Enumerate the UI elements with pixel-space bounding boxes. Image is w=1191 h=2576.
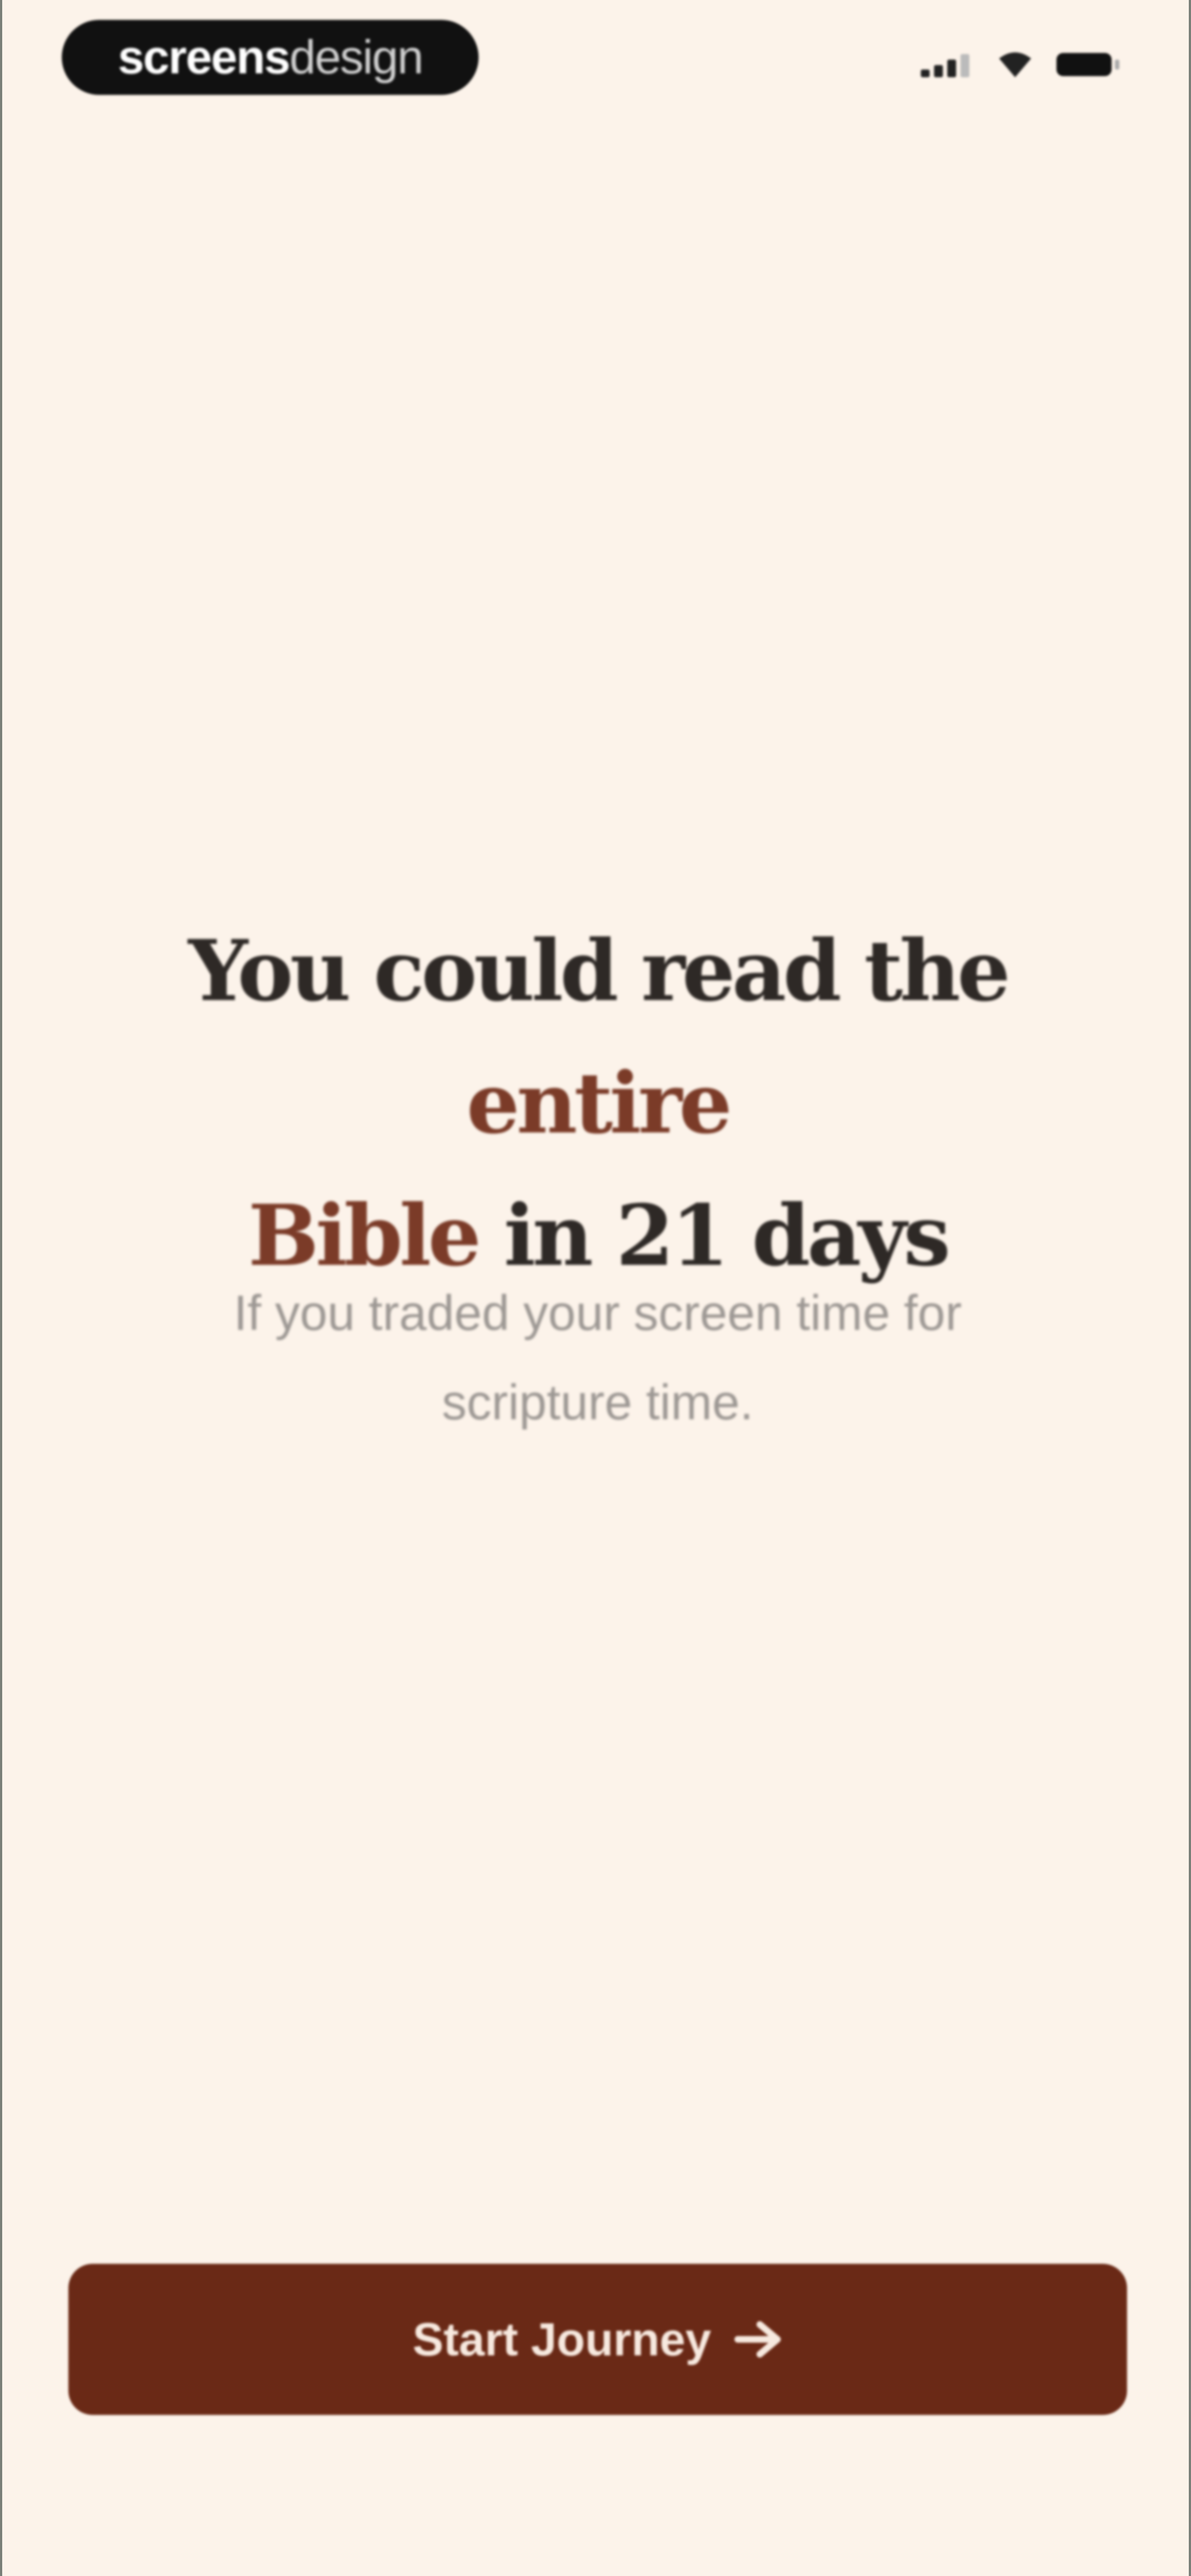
start-journey-button[interactable]: Start Journey <box>68 2264 1127 2415</box>
headline-accent-1: entire <box>466 1054 732 1152</box>
signal-icon <box>921 52 974 77</box>
start-journey-label: Start Journey <box>412 2313 711 2365</box>
brand-logo-light: design <box>289 30 423 84</box>
brand-logo: screens design <box>62 20 479 95</box>
subtitle-line-1: If you traded your screen time for <box>233 1286 962 1341</box>
arrow-right-icon <box>734 2321 781 2358</box>
battery-icon <box>1056 51 1119 78</box>
phone-screen: screens design You could read the entire … <box>0 0 1191 2576</box>
subtitle: If you traded your screen time for scrip… <box>112 1269 1083 1447</box>
headline: You could read the entire Bible in 21 da… <box>62 905 1134 1302</box>
wifi-icon <box>998 51 1032 78</box>
headline-text-1: You could read the <box>188 921 1010 1020</box>
brand-logo-bold: screens <box>117 30 291 84</box>
subtitle-line-2: scripture time. <box>442 1375 754 1430</box>
status-icons <box>921 51 1119 78</box>
